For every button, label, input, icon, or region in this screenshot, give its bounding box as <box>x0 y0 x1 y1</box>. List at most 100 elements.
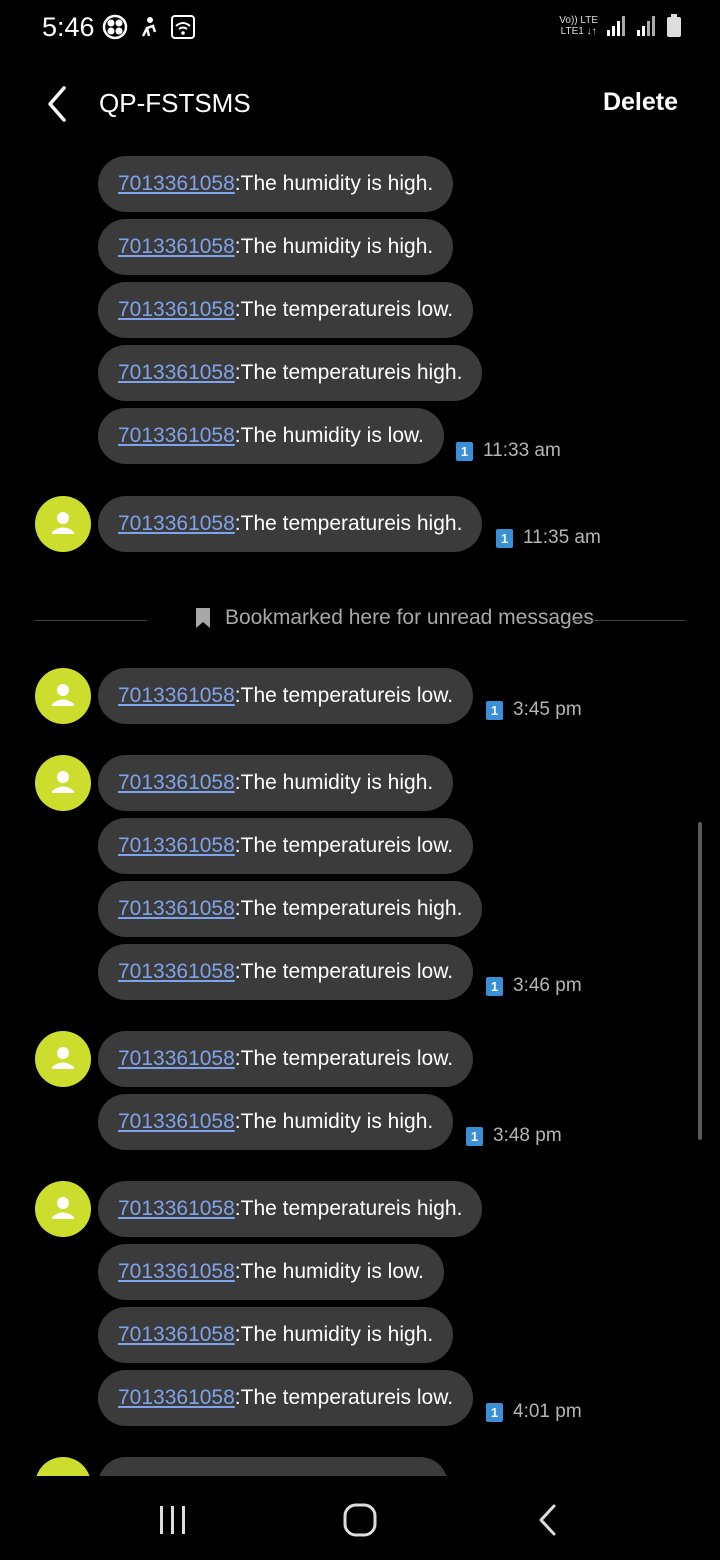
avatar[interactable] <box>35 755 91 811</box>
phone-number-link[interactable]: 7013361058 <box>118 1110 235 1134</box>
message-bubble[interactable]: 7013361058:The temperatureis high. <box>98 1181 483 1237</box>
message-text: :The temperatureis low. <box>234 684 454 707</box>
message-text: :The temperatureis low. <box>234 960 454 983</box>
phone-number-link[interactable]: 7013361058 <box>118 172 235 196</box>
phone-number-link[interactable]: 7013361058 <box>118 1197 235 1221</box>
phone-number-link[interactable]: 7013361058 <box>118 771 235 795</box>
home-icon[interactable] <box>338 1498 382 1542</box>
wifi-icon <box>171 15 195 39</box>
message-bubble[interactable]: 7013361058:The humidity is high. <box>98 156 454 212</box>
message-time: 3:46 pm <box>513 975 582 996</box>
person-walk-icon <box>141 17 157 37</box>
message-bubble[interactable]: 7013361058:The temperatureis low. <box>98 818 474 874</box>
person-icon <box>52 1197 74 1219</box>
unread-bookmark-divider: Bookmarked here for unread messages <box>35 606 685 636</box>
bookmark-label: Bookmarked here for unread messages <box>225 606 594 629</box>
message-bubble[interactable]: 7013361058:The temperatureis low. <box>98 1370 474 1426</box>
phone-number-link[interactable]: 7013361058 <box>118 512 235 536</box>
chevron-left-icon[interactable] <box>38 82 78 126</box>
avatar[interactable] <box>35 1031 91 1087</box>
message-bubble[interactable]: 7013361058:The temperatureis low. <box>98 282 474 338</box>
message-meta: 1 3:48 pm <box>466 1125 562 1147</box>
message-bubble[interactable]: 7013361058:The temperatureis high. <box>98 345 483 401</box>
message-meta: 1 3:46 pm <box>486 975 582 997</box>
phone-number-link[interactable]: 7013361058 <box>118 361 235 385</box>
message-text: :The humidity is high. <box>234 235 434 258</box>
message-time: 3:48 pm <box>493 1125 562 1146</box>
signal-icon <box>607 16 625 36</box>
person-icon <box>52 771 74 793</box>
avatar[interactable] <box>35 1181 91 1237</box>
message-meta: 1 4:01 pm <box>486 1401 582 1423</box>
message-bubble[interactable]: 7013361058:The humidity is low. <box>98 1244 444 1300</box>
message-bubble[interactable]: 7013361058:The humidity is high. <box>98 219 454 275</box>
battery-icon <box>667 14 681 37</box>
conversation-header: QP-FSTSMS Delete <box>0 72 720 136</box>
message-bubble[interactable]: 7013361058:The humidity is high. <box>98 755 454 811</box>
bookmark-label-row: Bookmarked here for unread messages <box>195 606 594 630</box>
message-meta: 1 11:35 am <box>496 527 601 549</box>
scrollbar[interactable] <box>698 822 702 1140</box>
message-list[interactable]: 7013361058:The humidity is high. 7013361… <box>0 140 720 1476</box>
message-bubble[interactable]: 7013361058:The temperatureis high. <box>98 881 483 937</box>
recents-icon[interactable] <box>151 1498 195 1542</box>
avatar[interactable] <box>35 668 91 724</box>
phone-number-link[interactable]: 7013361058 <box>118 834 235 858</box>
phone-number-link[interactable]: 7013361058 <box>118 1323 235 1347</box>
message-text: :The temperatureis low. <box>234 298 454 321</box>
message-text: :The humidity is high. <box>234 1323 434 1346</box>
status-notification-icons <box>102 14 196 40</box>
divider-line <box>573 620 685 621</box>
message-text: :The temperatureis high. <box>234 897 463 920</box>
message-bubble[interactable]: 7013361058:The temperatureis high. <box>98 496 483 552</box>
phone-number-link[interactable]: 7013361058 <box>118 960 235 984</box>
message-time: 3:45 pm <box>513 699 582 720</box>
phone-number-link[interactable]: 7013361058 <box>118 1260 235 1284</box>
navigation-bar <box>0 1476 720 1560</box>
network-indicator: Vo)) LTE LTE1 ↓↑ <box>559 15 598 37</box>
sim1-icon: 1 <box>486 700 503 720</box>
sim1-icon: 1 <box>466 1126 483 1146</box>
message-meta: 1 3:45 pm <box>486 699 582 721</box>
phone-number-link[interactable]: 7013361058 <box>118 684 235 708</box>
bookmark-icon <box>196 608 210 628</box>
message-bubble[interactable]: 7013361058:The temperatureis low. <box>98 944 474 1000</box>
phone-number-link[interactable]: 7013361058 <box>118 897 235 921</box>
message-text: :The temperatureis low. <box>234 1386 454 1409</box>
message-text: :The humidity is high. <box>234 1110 434 1133</box>
message-bubble[interactable]: 7013361058:The temperatureis low. <box>98 1031 474 1087</box>
avatar[interactable] <box>35 1457 91 1476</box>
signal-icon-2 <box>637 16 655 36</box>
phone-number-link[interactable]: 7013361058 <box>118 298 235 322</box>
message-bubble[interactable]: 7013361058:The humidity is low. <box>98 408 444 464</box>
message-meta: 1 11:33 am <box>456 440 561 462</box>
divider-line <box>35 620 147 621</box>
network-label-top: Vo)) LTE <box>559 15 598 26</box>
avatar[interactable] <box>35 496 91 552</box>
message-bubble[interactable]: 7013361058:The temperatureis low. <box>98 668 474 724</box>
message-text: :The temperatureis low. <box>234 1047 454 1070</box>
conversation-title: QP-FSTSMS <box>99 88 251 118</box>
message-time: 11:35 am <box>523 527 601 548</box>
message-text: :The humidity is low. <box>234 424 424 447</box>
message-text: :The temperatureis low. <box>234 834 454 857</box>
phone-number-link[interactable]: 7013361058 <box>118 1386 235 1410</box>
fan-icon <box>102 14 128 40</box>
phone-number-link[interactable]: 7013361058 <box>118 235 235 259</box>
message-text: :The temperatureis high. <box>234 1197 463 1220</box>
person-icon <box>52 1047 74 1069</box>
message-text: :The humidity is high. <box>234 172 434 195</box>
phone-number-link[interactable]: 7013361058 <box>118 424 235 448</box>
message-bubble[interactable]: 7013361058:The humidity is high. <box>98 1307 454 1363</box>
status-bar: 5:46 Vo)) LTE LTE1 ↓↑ <box>0 0 720 56</box>
person-icon <box>52 684 74 706</box>
message-text: :The temperatureis high. <box>234 361 463 384</box>
delete-button[interactable]: Delete <box>603 88 678 117</box>
status-time: 5:46 <box>42 12 95 42</box>
back-icon[interactable] <box>526 1498 570 1542</box>
phone-number-link[interactable]: 7013361058 <box>118 1047 235 1071</box>
person-icon <box>52 512 74 534</box>
message-bubble[interactable]: 7013361058:The humidity is high. <box>98 1094 454 1150</box>
sim1-icon: 1 <box>496 528 513 548</box>
message-bubble[interactable] <box>98 1457 448 1476</box>
